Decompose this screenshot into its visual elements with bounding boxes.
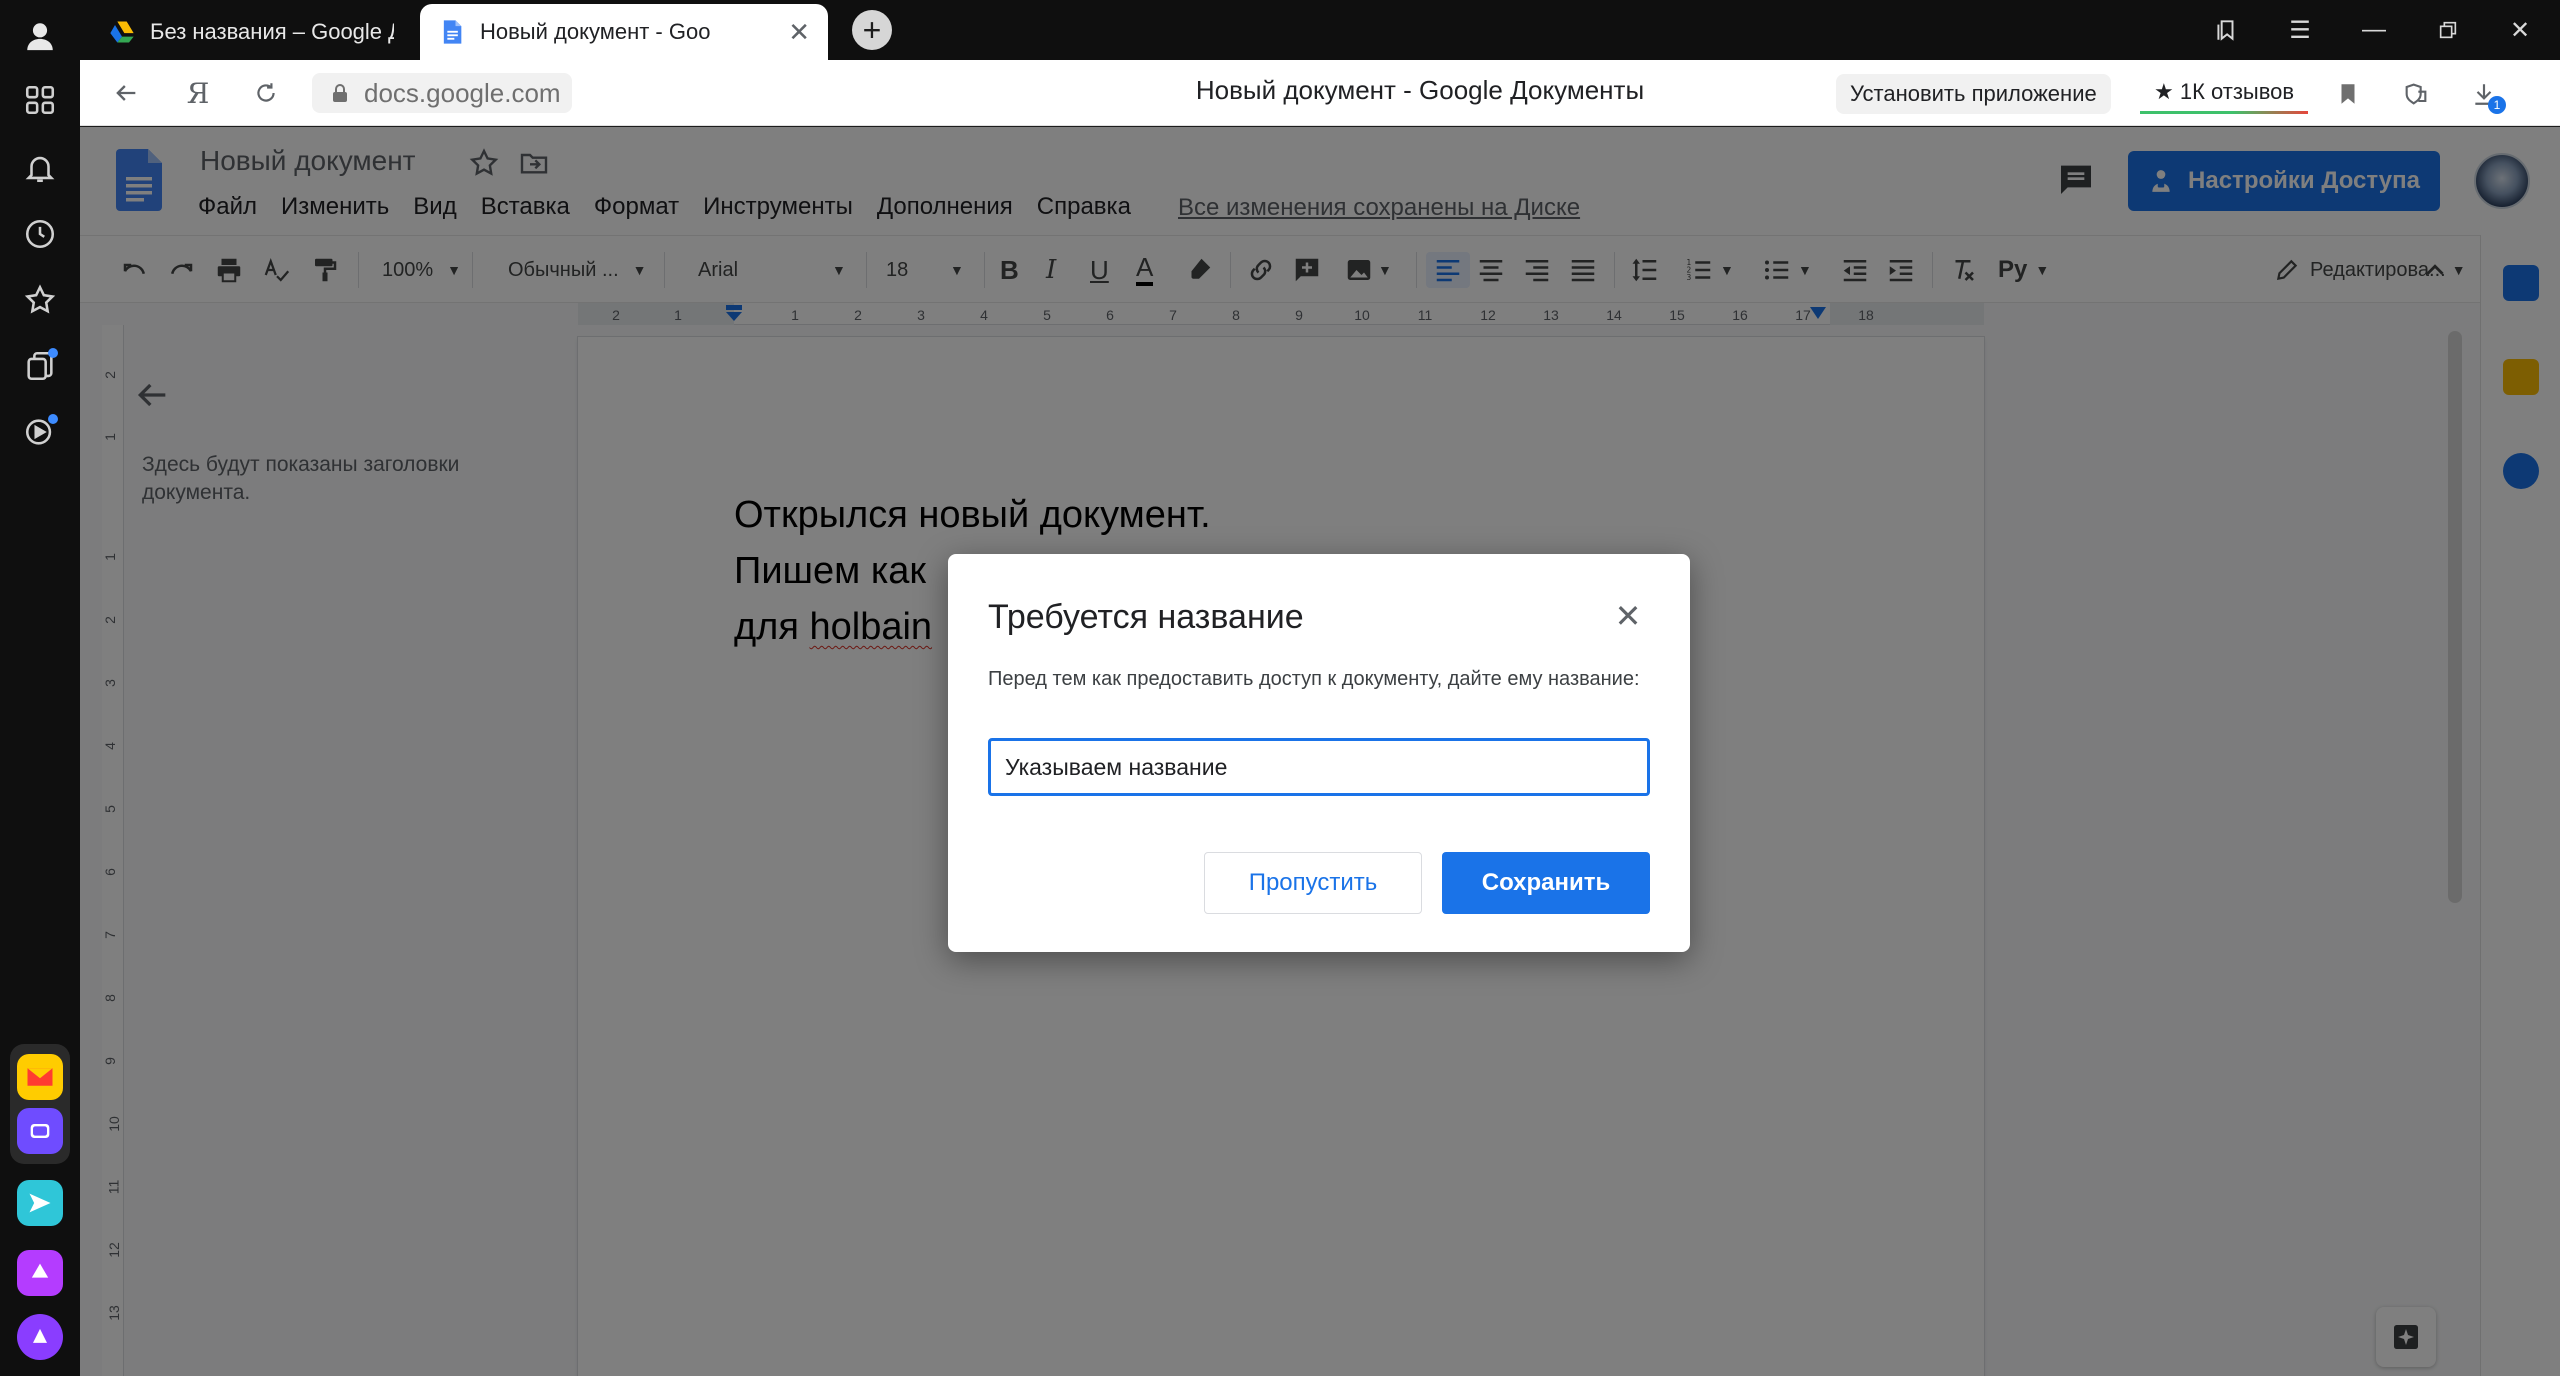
media-player-icon[interactable]	[16, 408, 64, 456]
new-tab-button[interactable]: +	[852, 10, 892, 50]
dialog-description: Перед тем как предоставить доступ к доку…	[988, 668, 1640, 690]
skip-button[interactable]: Пропустить	[1204, 852, 1422, 914]
document-name-input[interactable]	[988, 738, 1650, 796]
protect-shield-icon[interactable]	[2398, 76, 2434, 112]
mail-app-icon[interactable]	[17, 1054, 63, 1100]
page-title: Новый документ - Google Документы	[1195, 75, 1645, 105]
alice-assistant-icon[interactable]	[17, 1314, 63, 1360]
bookmarks-star-icon[interactable]	[16, 276, 64, 324]
history-clock-icon[interactable]	[16, 210, 64, 258]
tab-google-drive[interactable]: Без названия – Google Ди	[90, 4, 412, 60]
unread-dot	[48, 348, 58, 358]
google-drive-icon	[110, 21, 134, 43]
back-arrow-icon[interactable]	[106, 73, 146, 113]
save-button[interactable]: Сохранить	[1442, 852, 1650, 914]
dialog-title: Требуется название	[988, 598, 1304, 636]
downloads-icon[interactable]: 1	[2466, 76, 2506, 114]
unread-dot	[48, 414, 58, 424]
bookmark-icon[interactable]	[2330, 76, 2366, 112]
lock-icon	[333, 84, 347, 102]
close-icon[interactable]: ✕	[1608, 596, 1648, 636]
notifications-bell-icon[interactable]	[16, 144, 64, 192]
send-app-icon[interactable]	[17, 1180, 63, 1226]
menu-hamburger-icon[interactable]: ☰	[2282, 14, 2318, 46]
tab-strip: Без названия – Google Ди Новый документ …	[80, 0, 2560, 60]
tab-title: Без названия – Google Ди	[150, 19, 394, 44]
reload-icon[interactable]	[246, 73, 286, 113]
reviews-button[interactable]: ★ 1К отзывов	[2140, 72, 2309, 114]
profile-icon[interactable]	[16, 12, 64, 60]
music-app-icon[interactable]	[17, 1250, 63, 1296]
minimize-window-icon[interactable]: —	[2356, 14, 2392, 46]
apps-grid-icon[interactable]	[16, 76, 64, 124]
restore-window-icon[interactable]	[2430, 14, 2466, 46]
downloads-badge: 1	[2488, 96, 2506, 114]
url-field[interactable]: docs.google.com	[312, 73, 572, 113]
google-docs-icon	[443, 20, 462, 44]
url-text: docs.google.com	[364, 77, 561, 108]
install-app-button[interactable]: Установить приложение	[1836, 74, 2111, 114]
tab-close-icon[interactable]: ✕	[788, 17, 810, 48]
browser-sidebar	[0, 0, 80, 1376]
address-bar: Я docs.google.com Новый документ - Googl…	[80, 60, 2560, 126]
tab-title: Новый документ - Goo	[480, 19, 711, 44]
bookmarks-panel-icon[interactable]	[2208, 14, 2244, 46]
tab-google-docs[interactable]: Новый документ - Goo ✕	[420, 4, 828, 60]
yandex-logo-icon[interactable]: Я	[178, 73, 218, 113]
messenger-app-icon[interactable]	[17, 1108, 63, 1154]
rename-dialog: Требуется название ✕ Перед тем как предо…	[948, 554, 1690, 952]
collections-icon[interactable]	[16, 342, 64, 390]
close-window-icon[interactable]: ✕	[2502, 14, 2538, 46]
